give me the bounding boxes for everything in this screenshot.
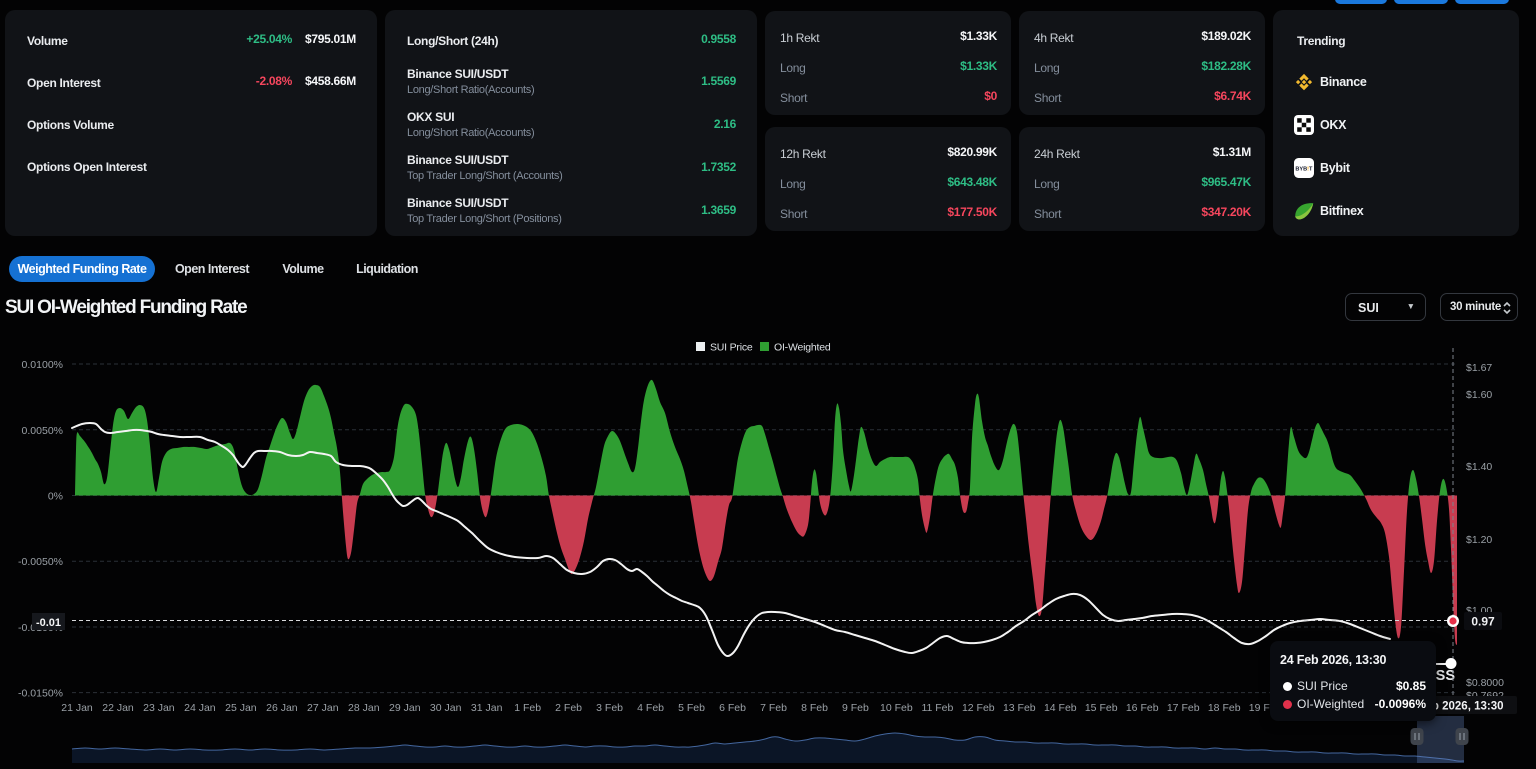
svg-text:22 Jan: 22 Jan [102, 702, 134, 714]
svg-text:17 Feb: 17 Feb [1167, 702, 1200, 714]
svg-text:$1.40: $1.40 [1466, 461, 1492, 473]
svg-text:2 Feb: 2 Feb [555, 702, 582, 714]
svg-text:9 Feb: 9 Feb [842, 702, 869, 714]
svg-text:0.0050%: 0.0050% [22, 425, 63, 437]
svg-text:-0.0050%: -0.0050% [18, 556, 63, 568]
svg-text:21 Jan: 21 Jan [61, 702, 93, 714]
svg-text:10 Feb: 10 Feb [880, 702, 913, 714]
svg-text:8 Feb: 8 Feb [801, 702, 828, 714]
svg-text:14 Feb: 14 Feb [1044, 702, 1077, 714]
svg-text:28 Jan: 28 Jan [348, 702, 380, 714]
svg-text:-0.01: -0.01 [36, 617, 61, 629]
svg-text:5 Feb: 5 Feb [678, 702, 705, 714]
svg-text:OI-Weighted: OI-Weighted [774, 342, 831, 354]
svg-text:11 Feb: 11 Feb [921, 702, 953, 714]
svg-text:27 Jan: 27 Jan [307, 702, 339, 714]
svg-text:-0.0150%: -0.0150% [18, 688, 63, 700]
svg-text:3 Feb: 3 Feb [596, 702, 623, 714]
svg-text:7 Feb: 7 Feb [760, 702, 787, 714]
svg-text:18 Feb: 18 Feb [1208, 702, 1241, 714]
svg-text:0.97: 0.97 [1471, 615, 1495, 629]
svg-text:0%: 0% [48, 491, 63, 503]
svg-text:$1.67: $1.67 [1466, 362, 1492, 374]
svg-text:30 Jan: 30 Jan [430, 702, 462, 714]
svg-text:SUI Price: SUI Price [710, 342, 753, 354]
svg-text:29 Jan: 29 Jan [389, 702, 421, 714]
svg-text:0.0100%: 0.0100% [22, 359, 63, 371]
svg-text:31 Jan: 31 Jan [471, 702, 503, 714]
svg-text:$1.60: $1.60 [1466, 389, 1492, 401]
svg-text:26 Jan: 26 Jan [266, 702, 298, 714]
svg-text:24 Jan: 24 Jan [184, 702, 216, 714]
svg-text:$1.20: $1.20 [1466, 534, 1492, 546]
svg-text:13 Feb: 13 Feb [1003, 702, 1036, 714]
svg-text:6 Feb: 6 Feb [719, 702, 746, 714]
svg-text:12 Feb: 12 Feb [962, 702, 995, 714]
svg-text:23 Jan: 23 Jan [143, 702, 175, 714]
svg-text:15 Feb: 15 Feb [1085, 702, 1118, 714]
svg-text:$0.8000: $0.8000 [1466, 677, 1504, 689]
svg-text:4 Feb: 4 Feb [637, 702, 664, 714]
svg-text:16 Feb: 16 Feb [1126, 702, 1159, 714]
svg-text:25 Jan: 25 Jan [225, 702, 257, 714]
svg-text:1 Feb: 1 Feb [514, 702, 541, 714]
